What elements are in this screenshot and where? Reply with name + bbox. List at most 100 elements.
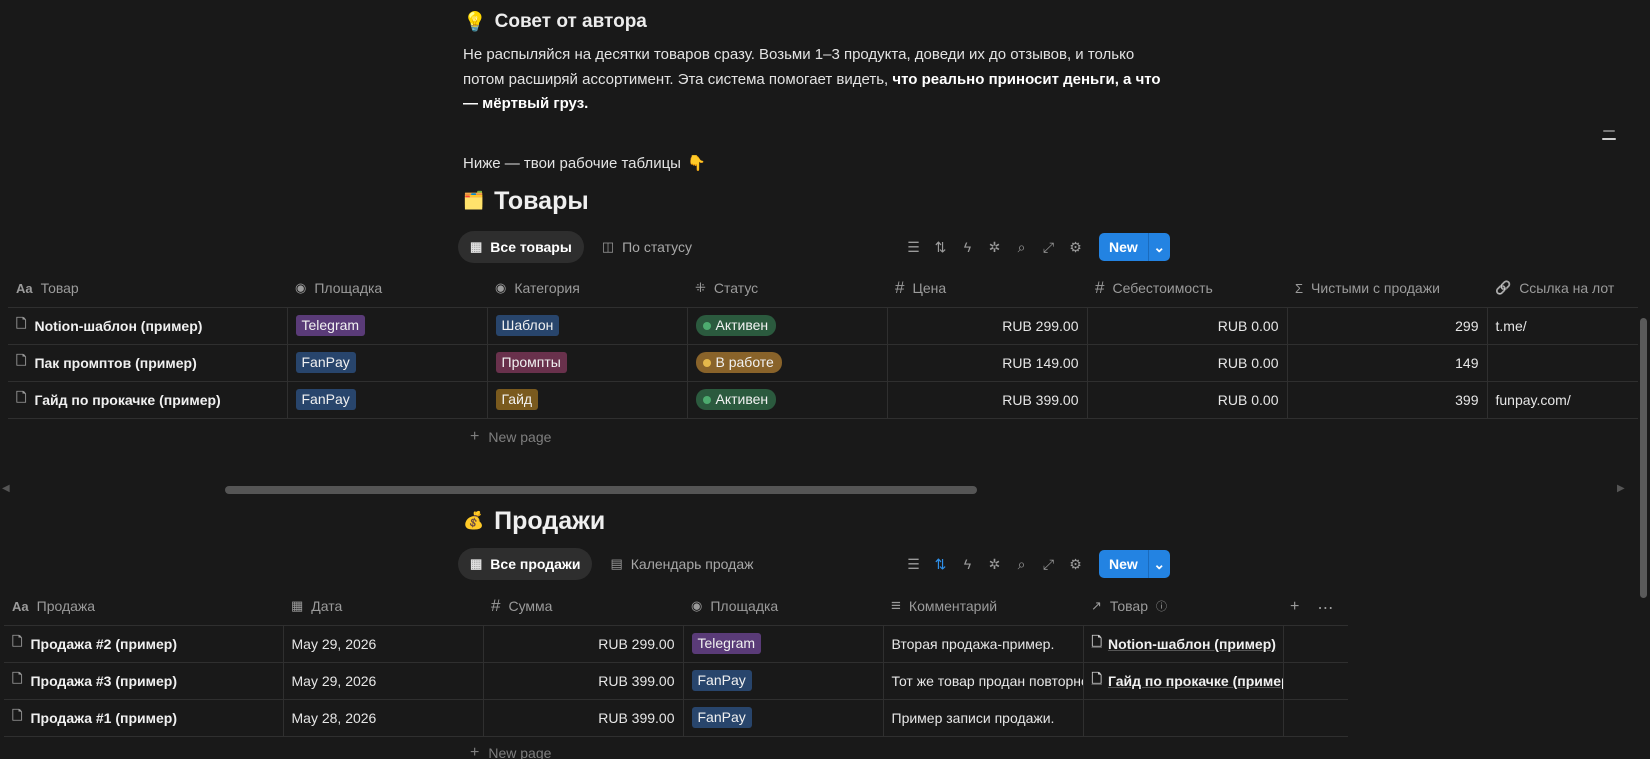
settings-icon[interactable]: ⚙ (1062, 550, 1089, 578)
column-header-platform[interactable]: ◉ Площадка (287, 270, 487, 308)
folder-icon: 🗂️ (463, 191, 485, 210)
page-icon: 🗋 (16, 315, 27, 331)
settings-icon[interactable]: ⚙ (1062, 233, 1089, 261)
platform-tag: FanPay (691, 707, 752, 728)
expand-icon[interactable]: ⤢ (1035, 233, 1062, 261)
money-bag-icon: 💰 (463, 511, 485, 530)
column-header-link[interactable]: 🔗 Ссылка на лот (1487, 270, 1638, 308)
search-icon[interactable]: ⌕ (1008, 550, 1035, 578)
products-views: ▦ Все товары ◫ По статусу (458, 231, 704, 263)
lot-link[interactable]: funpay.com/ (1487, 381, 1638, 419)
table-row[interactable]: 🗋 Продажа #2 (пример) May 29, 2026 RUB 29… (4, 625, 1348, 663)
calendar-icon: ▦ (291, 598, 304, 614)
automation-icon[interactable]: ϟ (954, 550, 981, 578)
more-options-icon[interactable]: ⋯ (1317, 598, 1333, 618)
table-header-row: Aa Товар ◉ Площадка ◉ Категория ⁜ Статус # Це… (8, 270, 1638, 308)
callout-text: Не распыляйся на десятки товаров сразу. … (463, 46, 1161, 112)
page-icon: 🗋 (12, 670, 23, 686)
products-db-title[interactable]: 🗂️ Товары (463, 184, 589, 218)
sales-new-page[interactable]: + New page (470, 744, 551, 759)
table-row[interactable]: 🗋 Продажа #1 (пример) May 28, 2026 RUB 39… (4, 699, 1348, 737)
column-header-comment[interactable]: ≡ Комментарий (883, 588, 1083, 626)
status-badge: Активен (695, 389, 777, 410)
sales-views: ▦ Все продажи ▤ Календарь продаж (458, 548, 765, 580)
callout-title: 💡 Совет от автора (463, 11, 647, 33)
page-icon: 🗋 (1091, 633, 1102, 649)
column-header-cost[interactable]: # Себестоимость (1087, 270, 1287, 308)
table-row[interactable]: 🗋 Продажа #3 (пример) May 29, 2026 RUB 39… (4, 662, 1348, 700)
column-header-amount[interactable]: # Сумма (483, 588, 683, 626)
sort-icon[interactable]: ⇅ (927, 233, 954, 261)
products-new-page[interactable]: + New page (470, 428, 551, 446)
related-product: 🗋 Notion-шаблон (пример) (1092, 633, 1276, 655)
chevron-down-icon[interactable]: ⌄ (1147, 550, 1170, 578)
column-header-date[interactable]: ▦ Дата (283, 588, 483, 626)
column-header-platform[interactable]: ◉ Площадка (683, 588, 883, 626)
plus-icon: + (470, 744, 480, 759)
related-product: 🗋 Гайд по прокачке (пример) (1091, 670, 1283, 692)
lot-link[interactable] (1487, 344, 1638, 382)
page-icon: 🗋 (12, 707, 23, 723)
column-header-status[interactable]: ⁜ Статус (687, 270, 887, 308)
table-icon: ▦ (470, 556, 483, 571)
sort-icon[interactable]: ⇅ (927, 550, 954, 578)
relation-icon: ↗ (1091, 598, 1102, 614)
column-header-net[interactable]: Σ Чистыми с продажи (1287, 270, 1487, 308)
text-icon: Aa (16, 280, 33, 296)
sales-table: Aa Продажа ▦ Дата # Сумма ◉ Площадка ≡ Коммен… (4, 588, 1348, 737)
table-row[interactable]: 🗋 Гайд по прокачке (пример) FanPay Гайд А… (8, 381, 1638, 419)
category-tag: Шаблон (495, 315, 560, 336)
column-header-category[interactable]: ◉ Категория (487, 270, 687, 308)
vertical-scrollbar[interactable] (1640, 318, 1647, 598)
chevron-down-icon[interactable]: ⌄ (1147, 233, 1170, 261)
sales-toolbar: ☰ ⇅ ϟ ✲ ⌕ ⤢ ⚙ New ⌄ (900, 550, 1170, 578)
tab-sales-calendar[interactable]: ▤ Календарь продаж (598, 548, 765, 580)
scroll-right-icon[interactable]: ▶ (1617, 483, 1625, 494)
page-icon: 🗋 (12, 633, 23, 649)
filter-icon[interactable]: ☰ (900, 233, 927, 261)
tab-by-status[interactable]: ◫ По статусу (590, 231, 704, 263)
number-icon: # (895, 278, 905, 298)
category-tag: Промпты (495, 352, 567, 373)
text-icon: Aa (12, 598, 29, 614)
sales-new-button[interactable]: New ⌄ (1099, 550, 1170, 578)
platform-tag: Telegram (691, 633, 762, 654)
add-column-icon[interactable]: + (1290, 598, 1299, 618)
scroll-left-icon[interactable]: ◀ (2, 483, 10, 494)
automation-icon[interactable]: ϟ (954, 233, 981, 261)
column-header-price[interactable]: # Цена (887, 270, 1087, 308)
column-header-product[interactable]: Aa Товар (8, 270, 287, 308)
category-tag: Гайд (495, 389, 539, 410)
page-icon: 🗋 (1091, 670, 1102, 686)
lightbulb-icon: 💡 (463, 12, 487, 33)
ai-sparkle-icon[interactable]: ✲ (981, 550, 1008, 578)
tables-intro: Ниже — твои рабочие таблицы 👇 (463, 154, 706, 173)
ai-sparkle-icon[interactable]: ✲ (981, 233, 1008, 261)
table-icon: ▦ (470, 239, 483, 254)
sales-column-actions: + ⋯ (1290, 598, 1333, 618)
plus-icon: + (470, 428, 480, 445)
horizontal-scrollbar[interactable] (225, 486, 977, 494)
formula-icon: Σ (1295, 280, 1304, 296)
column-header-product[interactable]: ↗ Товар ⓘ (1083, 588, 1283, 626)
table-row[interactable]: 🗋 Notion-шаблон (пример) Telegram Шаблон … (8, 307, 1638, 345)
status-badge: В работе (695, 352, 782, 373)
number-icon: # (1095, 278, 1105, 298)
sales-db-title[interactable]: 💰 Продажи (463, 504, 605, 538)
table-row[interactable]: 🗋 Пак промптов (пример) FanPay Промпты В … (8, 344, 1638, 382)
column-header-sale[interactable]: Aa Продажа (4, 588, 283, 626)
search-icon[interactable]: ⌕ (1008, 233, 1035, 261)
page-icon: 🗋 (16, 352, 27, 368)
lot-link[interactable]: t.me/ (1487, 307, 1638, 345)
products-new-button[interactable]: New ⌄ (1099, 233, 1170, 261)
products-table: Aa Товар ◉ Площадка ◉ Категория ⁜ Статус # Це… (8, 270, 1638, 419)
expand-icon[interactable]: ⤢ (1035, 550, 1062, 578)
outline-toggle-icon[interactable] (1602, 130, 1616, 146)
calendar-icon: ▤ (610, 556, 623, 571)
platform-tag: FanPay (691, 670, 752, 691)
tab-all-products[interactable]: ▦ Все товары (458, 231, 584, 263)
board-icon: ◫ (601, 239, 615, 254)
filter-icon[interactable]: ☰ (900, 550, 927, 578)
tab-all-sales[interactable]: ▦ Все продажи (458, 548, 593, 580)
pointing-down-icon: 👇 (686, 155, 706, 172)
